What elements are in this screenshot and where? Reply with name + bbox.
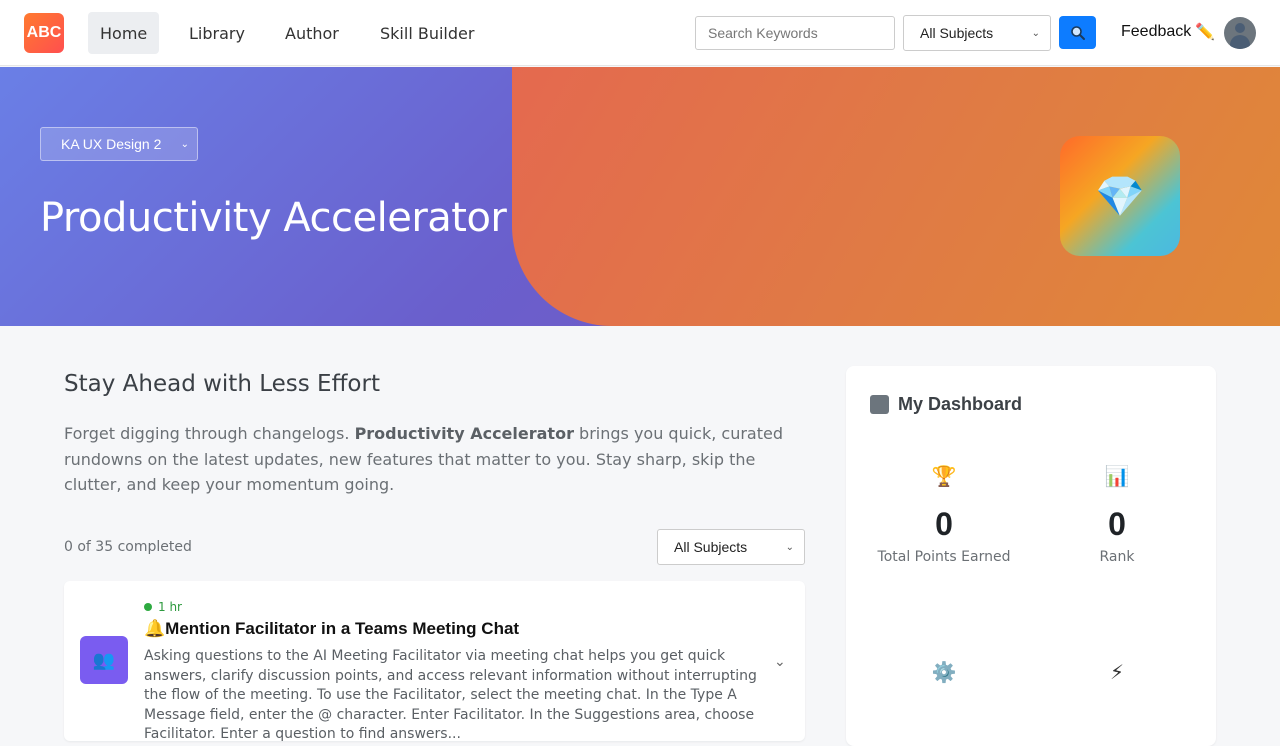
stat-settings: ⚙️ — [874, 660, 1014, 686]
content-subject-select[interactable]: All Subjects ⌄ — [657, 529, 805, 565]
expand-chevron-icon[interactable]: ⌄ — [774, 654, 786, 670]
avatar[interactable] — [1224, 17, 1256, 49]
subject-select-value: All Subjects — [920, 25, 994, 41]
dashboard-header: My Dashboard — [870, 394, 1022, 415]
stat-value: 0 — [1108, 506, 1126, 542]
app-logo[interactable]: ABC — [24, 13, 64, 53]
people-icon: 👥 — [80, 636, 128, 684]
chevron-down-icon: ⌄ — [785, 541, 794, 553]
stat-label: Total Points Earned — [877, 549, 1011, 565]
nav-home[interactable]: Home — [88, 12, 160, 54]
status-dot — [144, 603, 152, 611]
stat-label: Rank — [1099, 549, 1135, 565]
pencil-icon: ✏️ — [1195, 24, 1216, 41]
stat-streak: ⚡ — [1047, 660, 1187, 686]
intro-text-bold: Productivity Accelerator — [354, 424, 574, 443]
gear-icon: ⚙️ — [931, 660, 957, 684]
duration-badge: 1 hr — [144, 600, 182, 614]
bell-icon: 🔔 — [144, 619, 166, 638]
dashboard-panel: My Dashboard 🏆 0 Total Points Earned 📊 0… — [846, 366, 1216, 746]
lesson-title-text: Mention Facilitator in a Teams Meeting C… — [165, 619, 520, 638]
lesson-title[interactable]: 🔔Mention Facilitator in a Teams Meeting … — [144, 619, 519, 639]
content-subject-select-value: All Subjects — [674, 539, 748, 555]
nav-skill-builder[interactable]: Skill Builder — [368, 12, 486, 54]
lesson-card[interactable]: 👥 1 hr 🔔Mention Facilitator in a Teams M… — [64, 581, 805, 742]
program-select-value: KA UX Design 2 — [61, 136, 162, 152]
diamond-badge-icon: 💎 — [1060, 136, 1180, 256]
stat-value: 0 — [935, 506, 953, 542]
nav-library[interactable]: Library — [177, 12, 257, 54]
program-select[interactable]: KA UX Design 2 ⌄ — [40, 127, 198, 161]
trophy-icon: 🏆 — [931, 464, 957, 488]
search-button[interactable] — [1059, 16, 1096, 49]
hero-banner: KA UX Design 2 ⌄ Productivity Accelerato… — [0, 67, 1280, 326]
avatar-head — [1235, 23, 1245, 33]
feedback-link[interactable]: Feedback ✏️ — [1121, 22, 1215, 42]
chevron-down-icon: ⌄ — [1031, 27, 1040, 39]
completion-count: 0 of 35 completed — [64, 539, 192, 555]
chevron-down-icon: ⌄ — [180, 138, 189, 150]
lightning-icon: ⚡ — [1109, 660, 1125, 684]
intro-text-start: Forget digging through changelogs. — [64, 424, 355, 443]
top-navbar: ABC Home Library Author Skill Builder Al… — [0, 0, 1280, 66]
stat-rank: 📊 0 Rank — [1047, 464, 1187, 565]
page-title: Productivity Accelerator — [40, 195, 507, 241]
avatar-body — [1230, 35, 1250, 49]
feedback-label: Feedback — [1121, 23, 1192, 40]
duration-text: 1 hr — [158, 600, 182, 614]
search-input[interactable] — [695, 16, 895, 50]
intro-text: Forget digging through changelogs. Produ… — [64, 421, 804, 498]
subject-select[interactable]: All Subjects ⌄ — [903, 15, 1051, 51]
nav-author[interactable]: Author — [273, 12, 351, 54]
dashboard-title: My Dashboard — [898, 394, 1023, 414]
lesson-description: Asking questions to the AI Meeting Facil… — [144, 648, 757, 742]
bar-chart-icon: 📊 — [1104, 464, 1130, 488]
stat-total-points: 🏆 0 Total Points Earned — [874, 464, 1014, 565]
intro-heading: Stay Ahead with Less Effort — [64, 371, 380, 397]
dashboard-icon — [870, 395, 889, 414]
search-icon — [1070, 25, 1085, 40]
